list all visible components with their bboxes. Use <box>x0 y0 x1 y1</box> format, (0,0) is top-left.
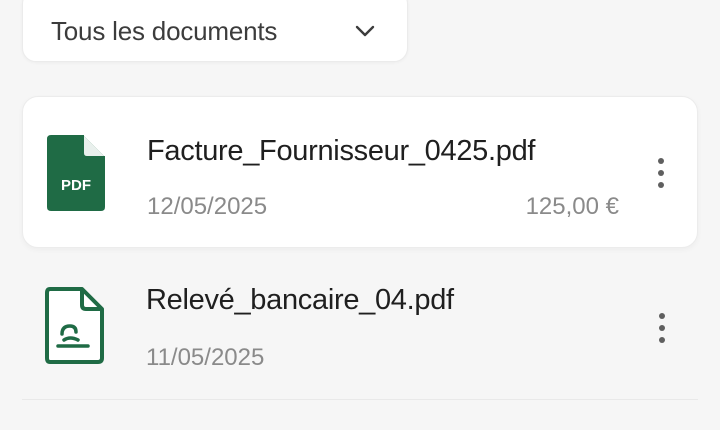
document-item-facture[interactable]: PDF Facture_Fournisseur_0425.pdf 12/05/2… <box>22 96 698 248</box>
chevron-down-icon <box>353 19 377 43</box>
bank-statement-file-icon <box>44 286 106 366</box>
more-options-icon[interactable] <box>652 308 672 348</box>
document-date: 12/05/2025 <box>147 193 268 220</box>
document-name: Relevé_bancaire_04.pdf <box>146 284 454 316</box>
document-amount: 125,00 € <box>525 193 619 220</box>
document-filter-dropdown[interactable]: Tous les documents <box>22 0 408 62</box>
document-item-releve[interactable]: Relevé_bancaire_04.pdf 11/05/2025 <box>22 248 698 400</box>
document-list: PDF Facture_Fournisseur_0425.pdf 12/05/2… <box>22 96 698 400</box>
pdf-file-icon: PDF <box>45 133 107 213</box>
pdf-badge-text: PDF <box>61 177 91 194</box>
document-name: Facture_Fournisseur_0425.pdf <box>147 135 536 167</box>
more-options-icon[interactable] <box>651 153 671 193</box>
document-filter-label: Tous les documents <box>51 15 278 46</box>
document-date: 11/05/2025 <box>146 344 265 371</box>
